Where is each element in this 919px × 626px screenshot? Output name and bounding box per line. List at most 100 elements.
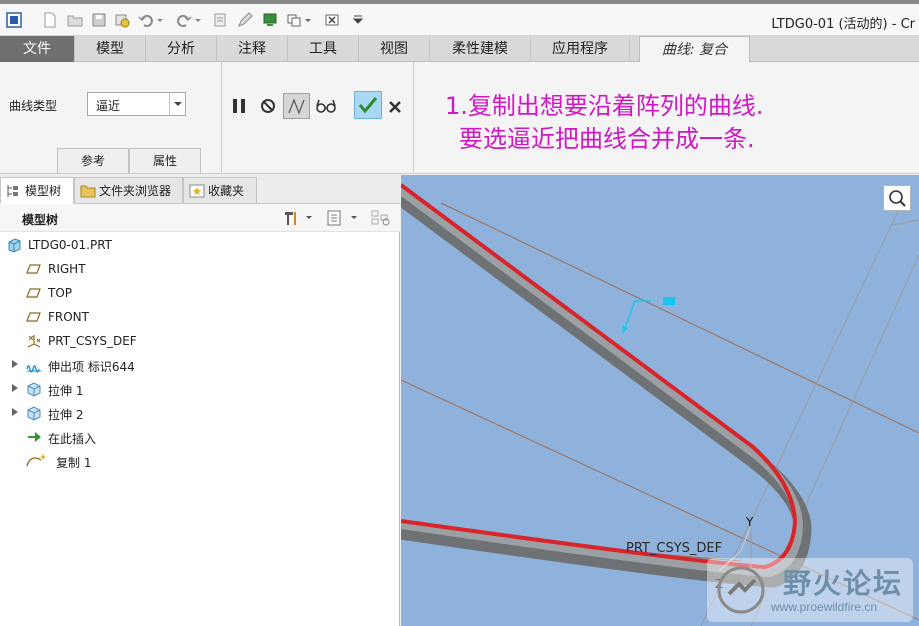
window-dropdown-icon[interactable] (304, 12, 312, 28)
title-bar: LTDG0-01 (活动的) - Cr (0, 0, 919, 36)
tree-item-protrusion[interactable]: 伸出项 标识644 (0, 353, 398, 377)
forum-logo-icon (717, 566, 765, 614)
undo-icon[interactable] (138, 12, 154, 28)
navigator-tabs: 模型树 文件夹浏览器 收藏夹 (0, 175, 400, 204)
tree-filters-icon[interactable] (370, 209, 392, 227)
pause-icon[interactable] (227, 94, 251, 118)
navigator-panel: 模型树 文件夹浏览器 收藏夹 模型树 LTDG0-01.PRT RIGHT TO… (0, 175, 400, 626)
tab-flexible-modeling[interactable]: 柔性建模 (430, 36, 531, 62)
tree-show-icon[interactable] (326, 209, 342, 227)
model-tree-icon (7, 185, 18, 197)
app-logo-icon (6, 12, 22, 28)
navtab-folder-browser[interactable]: 文件夹浏览器 (74, 177, 183, 204)
expand-arrow-icon[interactable] (11, 359, 19, 369)
tree-item-label: 复制 1 (56, 456, 92, 470)
preview-geometry-icon[interactable] (283, 93, 310, 119)
ribbon-divider (221, 62, 222, 172)
open-file-icon[interactable] (67, 12, 83, 28)
tree-item-insert-here[interactable]: 在此插入 (0, 425, 398, 449)
undo-dropdown-icon[interactable] (156, 12, 164, 28)
tab-annotate[interactable]: 注释 (217, 36, 288, 62)
tree-item-top-plane[interactable]: TOP (0, 281, 398, 305)
tab-file[interactable]: 文件 (0, 36, 75, 62)
ribbon-divider (413, 62, 414, 172)
curve-type-select[interactable]: 逼近 (87, 92, 186, 116)
subtab-properties[interactable]: 属性 (129, 148, 201, 173)
tree-item-copy-1[interactable]: 复制 1 (0, 449, 398, 473)
tree-item-label: RIGHT (48, 262, 86, 276)
tree-item-label: 伸出项 标识644 (48, 360, 135, 374)
switch-window-icon[interactable] (286, 12, 302, 28)
navtab-model-tree[interactable]: 模型树 (0, 177, 74, 204)
swept-solid-band (401, 190, 812, 588)
datum-plane-icon (26, 264, 41, 274)
expand-arrow-icon[interactable] (11, 383, 19, 393)
model-tree-header: 模型树 (0, 204, 400, 232)
window-title: LTDG0-01 (活动的) - Cr (771, 17, 915, 32)
tree-item-extrude-2[interactable]: 拉伸 2 (0, 401, 398, 425)
navtab-favorites[interactable]: 收藏夹 (183, 177, 257, 204)
redo-icon[interactable] (176, 12, 192, 28)
ribbon-panel: 曲线类型 逼近 参考 属性 1.复制出想要沿着阵列的曲线. 要选逼近把曲线合并成… (0, 62, 919, 174)
chevron-down-icon[interactable] (169, 93, 185, 115)
tab-composite-curve[interactable]: 曲线: 复合 (639, 36, 750, 63)
tree-item-label: 在此插入 (48, 432, 97, 446)
copy-curve-icon (26, 454, 46, 467)
tree-item-right-plane[interactable]: RIGHT (0, 257, 398, 281)
tree-item-part[interactable]: LTDG0-01.PRT (0, 233, 398, 257)
navtab-folder-browser-label: 文件夹浏览器 (99, 184, 172, 198)
watermark-url: www.proewildfire.cn (771, 600, 878, 614)
tree-item-extrude-1[interactable]: 拉伸 1 (0, 377, 398, 401)
no-preview-icon[interactable] (256, 94, 280, 118)
tree-item-label: LTDG0-01.PRT (28, 238, 112, 252)
tree-item-label: TOP (48, 286, 73, 300)
curve-type-label: 曲线类型 (9, 99, 58, 113)
new-file-icon[interactable] (42, 12, 58, 28)
tab-tools[interactable]: 工具 (288, 36, 359, 62)
extrude-icon (27, 382, 41, 397)
datum-plane-edge (892, 219, 919, 226)
cancel-x-icon[interactable] (384, 94, 406, 118)
folder-icon (80, 185, 96, 198)
navtab-model-tree-label: 模型树 (25, 184, 62, 198)
tab-applications[interactable]: 应用程序 (531, 36, 630, 62)
tab-analysis[interactable]: 分析 (146, 36, 217, 62)
redo-dropdown-icon[interactable] (194, 12, 202, 28)
windows-icon[interactable] (262, 12, 278, 28)
subtab-references[interactable]: 参考 (57, 148, 129, 173)
checkmark-icon (358, 97, 378, 114)
protrusion-icon (26, 365, 41, 373)
close-window-icon[interactable] (324, 12, 340, 28)
curve-type-value: 逼近 (96, 99, 121, 113)
ribbon-tab-bar: 文件 模型 分析 注释 工具 视图 柔性建模 应用程序 曲线: 复合 (0, 36, 919, 63)
save-icon[interactable] (91, 12, 107, 28)
expand-arrow-icon[interactable] (11, 407, 19, 417)
insert-here-arrow-icon (28, 432, 41, 442)
tab-model[interactable]: 模型 (75, 36, 146, 62)
part-icon (8, 238, 21, 253)
verify-glasses-icon[interactable] (314, 94, 338, 118)
edit-icon[interactable] (237, 12, 253, 28)
watermark-title: 野火论坛 (783, 567, 904, 600)
apply-checkmark-button[interactable] (354, 91, 382, 119)
csys-icon (27, 335, 41, 348)
customize-toolbar-icon[interactable] (350, 12, 366, 28)
regenerate-icon[interactable] (114, 12, 130, 28)
regenerate-manager-icon[interactable] (212, 12, 228, 28)
tree-show-dropdown-icon[interactable] (350, 214, 358, 222)
axis-y-label: Y (746, 515, 754, 529)
tree-item-csys[interactable]: PRT_CSYS_DEF (0, 329, 398, 353)
instruction-line-2: 要选逼近把曲线合并成一条. (459, 125, 755, 153)
datum-plane-icon (26, 288, 41, 298)
graphics-viewport[interactable]: PRT_CSYS_DEF Y Z 野火论坛 www.proewildfire.c… (401, 175, 919, 626)
tree-item-label: PRT_CSYS_DEF (48, 334, 137, 348)
tree-item-front-plane[interactable]: FRONT (0, 305, 398, 329)
tree-settings-tools-icon[interactable] (282, 209, 300, 227)
refit-view-button[interactable] (883, 185, 911, 211)
csys-label: PRT_CSYS_DEF (626, 541, 723, 556)
tab-view[interactable]: 视图 (359, 36, 430, 62)
favorites-star-icon (189, 184, 205, 198)
tree-settings-dropdown-icon[interactable] (305, 214, 313, 222)
model-tree-title: 模型树 (22, 213, 59, 227)
tree-item-label: 拉伸 1 (48, 384, 84, 398)
